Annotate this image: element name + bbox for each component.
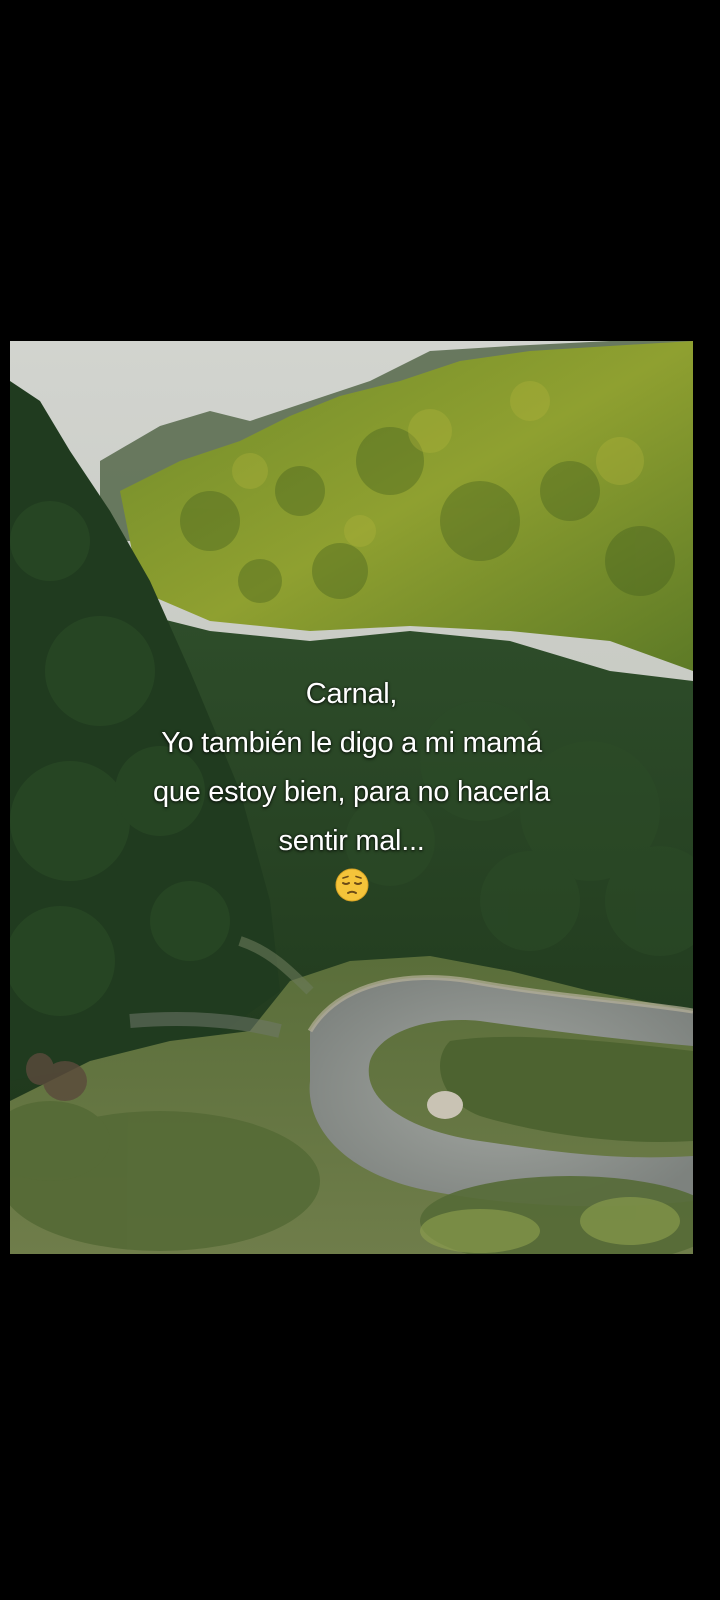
caption-line-3: que estoy bien, para no hacerla (153, 776, 550, 808)
story-caption: Carnal, Yo también le digo a mi mamá que… (10, 670, 693, 918)
caption-line-greeting: Carnal, (305, 678, 398, 710)
caption-line-2: Yo también le digo a mi mamá (161, 727, 542, 759)
story-screen: Carnal, Yo también le digo a mi mamá que… (0, 0, 720, 1600)
caption-line-4: sentir mal... (278, 825, 425, 857)
pensive-face-emoji-icon (335, 868, 369, 918)
boulder (427, 1091, 463, 1119)
caption-emoji-line (10, 866, 693, 918)
